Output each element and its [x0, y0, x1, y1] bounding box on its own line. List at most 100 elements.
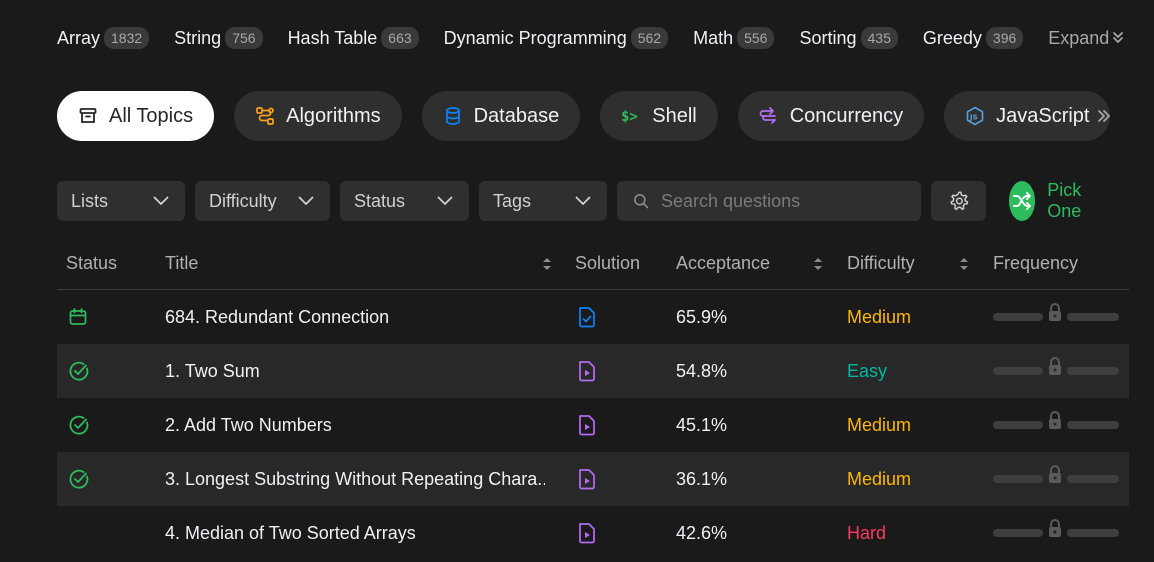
- table-row: 684. Redundant Connection 65.9% Medium: [57, 290, 1129, 344]
- topic-tag-hash-table[interactable]: Hash Table 663: [288, 27, 419, 49]
- frequency-cell: [993, 506, 1119, 560]
- video-solution-icon[interactable]: [578, 414, 596, 436]
- category-label: Algorithms: [286, 104, 381, 127]
- topic-tag-string[interactable]: String 756: [174, 27, 263, 49]
- topic-tag-count: 556: [737, 27, 775, 49]
- topic-tag-sorting[interactable]: Sorting 435: [799, 27, 898, 49]
- difficulty-label: Easy: [847, 360, 888, 381]
- video-solution-icon[interactable]: [578, 522, 596, 544]
- problem-title-link[interactable]: 2. Add Two Numbers: [165, 398, 545, 452]
- shuffle-button-circle: [1009, 181, 1036, 221]
- header-acceptance[interactable]: Acceptance: [676, 253, 770, 274]
- topic-tag-count: 1832: [104, 27, 150, 49]
- topic-tag-name: Greedy: [922, 27, 982, 48]
- difficulty-label: Medium: [847, 306, 912, 327]
- topic-tag-name: Sorting: [799, 27, 857, 48]
- frequency-bar-locked[interactable]: [993, 411, 1119, 430]
- problem-title-link[interactable]: 1. Two Sum: [165, 344, 545, 398]
- calendar-icon[interactable]: [68, 307, 88, 327]
- category-all-topics[interactable]: All Topics: [57, 91, 215, 141]
- topic-tag-count: 663: [381, 27, 419, 49]
- topic-tag-name: Array: [57, 27, 101, 48]
- chevron-down-icon: [575, 196, 591, 205]
- difficulty-label: Hard: [847, 522, 887, 543]
- topic-tag-count: 396: [985, 27, 1024, 49]
- topic-tag-count: 562: [630, 27, 669, 49]
- header-frequency[interactable]: Frequency: [993, 253, 1078, 274]
- video-solution-icon[interactable]: [578, 360, 596, 382]
- sort-acceptance-icon[interactable]: [812, 256, 824, 272]
- lists-dropdown[interactable]: Lists: [57, 181, 185, 221]
- topic-tag-count: 435: [860, 27, 898, 49]
- solved-check-icon: [69, 361, 89, 381]
- category-concurrency[interactable]: Concurrency: [737, 91, 925, 141]
- problem-title-link[interactable]: 3. Longest Substring Without Repeating C…: [165, 452, 545, 506]
- dropdown-label: Status: [354, 190, 406, 211]
- scroll-categories-right-button[interactable]: [1094, 104, 1114, 128]
- topic-tags-row: Array 1832 String 756 Hash Table 663 Dyn…: [57, 24, 1124, 52]
- tags-dropdown[interactable]: Tags: [479, 181, 607, 221]
- topic-tag-name: Dynamic Programming: [443, 27, 627, 48]
- problem-title-link[interactable]: 684. Redundant Connection: [165, 290, 545, 344]
- category-shell[interactable]: $> Shell: [600, 91, 718, 141]
- frequency-bar-locked[interactable]: [993, 519, 1119, 538]
- difficulty-dropdown[interactable]: Difficulty: [195, 181, 330, 221]
- header-title[interactable]: Title: [165, 253, 198, 274]
- topic-tag-dynamic-programming[interactable]: Dynamic Programming 562: [443, 27, 669, 49]
- sort-difficulty-icon[interactable]: [958, 256, 970, 272]
- lock-icon: [1049, 519, 1061, 537]
- difficulty-label: Medium: [847, 414, 912, 435]
- expand-tags-button[interactable]: Expand: [1048, 28, 1124, 49]
- article-solution-icon[interactable]: [578, 306, 596, 328]
- dropdown-label: Tags: [493, 190, 532, 211]
- header-difficulty[interactable]: Difficulty: [847, 253, 915, 274]
- frequency-bar-locked[interactable]: [993, 465, 1119, 484]
- search-input[interactable]: [661, 190, 911, 212]
- topic-tag-greedy[interactable]: Greedy 396: [922, 27, 1024, 49]
- category-label: Concurrency: [789, 104, 904, 127]
- topic-tag-math[interactable]: Math 556: [693, 27, 775, 49]
- nodejs-icon: JS: [965, 106, 985, 126]
- frequency-cell: [993, 398, 1119, 452]
- acceptance-rate: 45.1%: [676, 414, 728, 435]
- frequency-bar-locked[interactable]: [993, 357, 1119, 376]
- table-row: 4. Median of Two Sorted Arrays 42.6% Har…: [57, 506, 1129, 560]
- acceptance-rate: 42.6%: [676, 522, 728, 543]
- video-solution-icon[interactable]: [578, 468, 596, 490]
- category-pills: All Topics Algorithms Database $> Shell …: [57, 91, 1130, 141]
- table-header: Status Title Solution Acceptance Difficu…: [57, 236, 1129, 290]
- topic-tag-count: 756: [225, 27, 263, 49]
- solution-cell: [578, 344, 596, 398]
- acceptance-rate: 65.9%: [676, 306, 728, 327]
- double-chevron-down-icon: [1113, 32, 1124, 43]
- category-javascript[interactable]: JS JavaScript: [944, 91, 1111, 141]
- lock-icon: [1049, 411, 1061, 429]
- solved-check-icon: [69, 469, 89, 489]
- status-cell: [68, 344, 90, 398]
- algorithm-icon: [255, 106, 275, 126]
- chevron-down-icon: [153, 196, 169, 205]
- frequency-bar-locked[interactable]: [993, 303, 1119, 322]
- topic-tag-name: Hash Table: [287, 27, 378, 48]
- settings-button[interactable]: [931, 181, 986, 221]
- double-chevron-right-icon: [1098, 110, 1110, 122]
- topic-tag-array[interactable]: Array 1832: [57, 27, 150, 49]
- category-label: JavaScript: [996, 104, 1090, 127]
- table-row: 3. Longest Substring Without Repeating C…: [57, 452, 1129, 506]
- shuffle-icon: [1013, 192, 1032, 210]
- status-dropdown[interactable]: Status: [340, 181, 469, 221]
- problem-title-link[interactable]: 4. Median of Two Sorted Arrays: [165, 506, 545, 560]
- sort-title-icon[interactable]: [541, 256, 553, 272]
- pick-one-button[interactable]: Pick One: [1009, 180, 1095, 221]
- problems-table: Status Title Solution Acceptance Difficu…: [57, 236, 1129, 560]
- acceptance-rate: 54.8%: [676, 360, 728, 381]
- header-solution: Solution: [575, 253, 641, 273]
- expand-label: Expand: [1048, 27, 1110, 48]
- solution-cell: [578, 452, 596, 506]
- category-database[interactable]: Database: [421, 91, 581, 141]
- status-cell: [68, 290, 88, 344]
- lock-icon: [1049, 303, 1061, 321]
- category-algorithms[interactable]: Algorithms: [234, 91, 402, 141]
- dropdown-label: Lists: [71, 190, 109, 211]
- acceptance-rate: 36.1%: [676, 468, 728, 489]
